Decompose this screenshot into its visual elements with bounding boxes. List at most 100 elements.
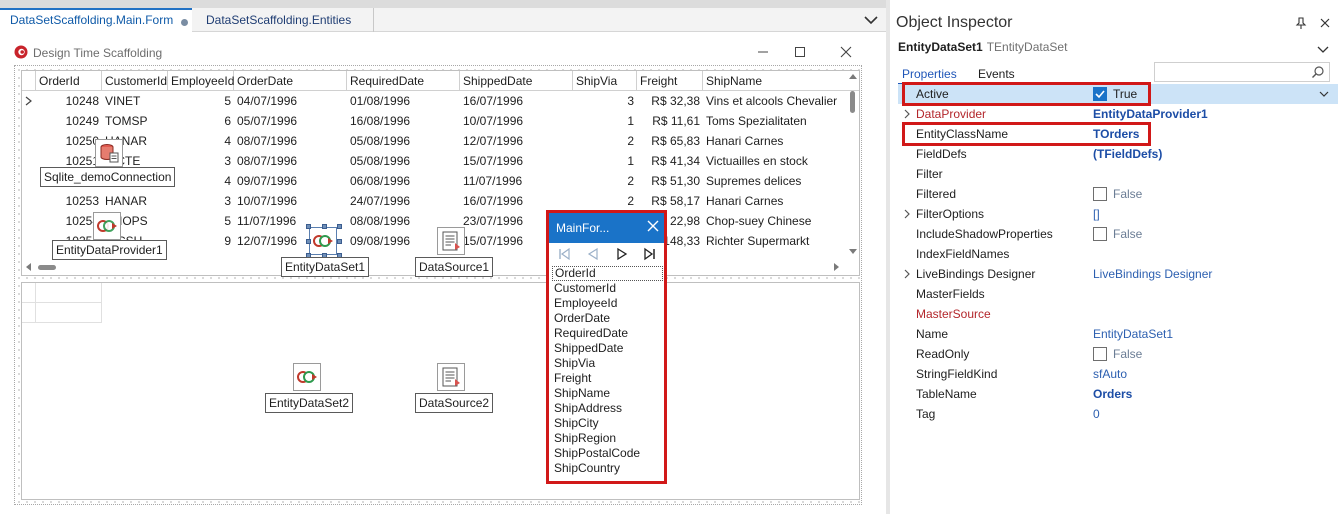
field-item[interactable]: ShipCity (552, 416, 663, 431)
field-item[interactable]: EmployeeId (552, 296, 663, 311)
chevron-down-icon[interactable] (1316, 42, 1330, 56)
property-row[interactable]: MasterFields (898, 284, 1338, 304)
grid-cell[interactable]: 3 (168, 151, 234, 171)
grid-cell[interactable]: 9 (168, 231, 234, 251)
scroll-left-icon[interactable] (25, 263, 31, 271)
property-value[interactable]: EntityDataProvider1 (1093, 107, 1208, 121)
field-item[interactable]: ShipPostalCode (552, 446, 663, 461)
grid-cell[interactable]: Victuailles en stock (703, 151, 846, 171)
property-row[interactable]: Filtered False (898, 184, 1338, 204)
grid-cell[interactable]: 1 (573, 111, 637, 131)
chevron-down-icon[interactable] (1318, 88, 1330, 100)
grid-cell[interactable]: 09/07/1996 (234, 171, 347, 191)
field-item[interactable]: ShipAddress (552, 401, 663, 416)
column-header[interactable]: OrderId (36, 71, 102, 91)
grid-cell[interactable]: 10253 (36, 191, 102, 211)
grid-cell[interactable]: 2 (573, 171, 637, 191)
property-value[interactable]: 0 (1093, 407, 1100, 421)
column-header[interactable]: ShipName (703, 71, 846, 91)
column-header[interactable]: RequiredDate (347, 71, 460, 91)
grid-cell[interactable]: 05/08/1996 (347, 151, 460, 171)
grid-cell[interactable]: R$ 58,17 (637, 191, 703, 211)
close-icon[interactable] (1318, 16, 1332, 30)
table-row[interactable]: 10249 TOMSP 6 05/07/1996 16/08/1996 10/07/199… (22, 111, 844, 131)
entity-dataset1-component[interactable] (309, 227, 337, 255)
field-item[interactable]: ShipRegion (552, 431, 663, 446)
grid-cell[interactable]: 15/07/1996 (460, 151, 573, 171)
first-record-icon[interactable] (557, 247, 571, 261)
field-item[interactable]: ShipName (552, 386, 663, 401)
property-row[interactable]: LiveBindings Designer LiveBindings Design… (898, 264, 1338, 284)
object-selector[interactable]: EntityDataSet1 TEntityDataSet (898, 40, 1338, 60)
field-item[interactable]: ShipVia (552, 356, 663, 371)
column-header[interactable]: EmployeeId (168, 71, 234, 91)
grid-cell[interactable]: 10/07/1996 (234, 191, 347, 211)
table-row[interactable]: 10248 VINET 5 04/07/1996 01/08/1996 16/07/199… (22, 91, 844, 111)
field-item[interactable]: OrderDate (552, 311, 663, 326)
property-value[interactable]: sfAuto (1093, 367, 1127, 381)
grid-cell[interactable]: 5 (168, 211, 234, 231)
grid-cell[interactable]: Hanari Carnes (703, 191, 846, 211)
grid-cell[interactable]: Vins et alcools Chevalier (703, 91, 846, 111)
property-row[interactable]: Tag 0 (898, 404, 1338, 424)
chevron-down-icon[interactable] (862, 11, 880, 29)
property-row[interactable]: IncludeShadowProperties False (898, 224, 1338, 244)
property-row[interactable]: Name EntityDataSet1 (898, 324, 1338, 344)
property-row[interactable]: Filter (898, 164, 1338, 184)
property-row[interactable]: TableName Orders (898, 384, 1338, 404)
grid-cell[interactable]: VINET (102, 91, 168, 111)
grid-cell[interactable]: 16/08/1996 (347, 111, 460, 131)
grid-cell[interactable]: 4 (168, 171, 234, 191)
property-value[interactable]: (TFieldDefs) (1093, 147, 1162, 161)
grid-cell[interactable]: 16/07/1996 (460, 191, 573, 211)
last-record-icon[interactable] (643, 247, 657, 261)
property-row[interactable]: MasterSource (898, 304, 1338, 324)
search-icon[interactable] (1311, 65, 1325, 79)
vertical-scrollbar[interactable] (846, 71, 859, 259)
field-item[interactable]: ShippedDate (552, 341, 663, 356)
property-value[interactable]: LiveBindings Designer (1093, 267, 1212, 281)
grid-cell[interactable]: 10249 (36, 111, 102, 131)
grid-cell[interactable]: 2 (573, 131, 637, 151)
checkbox[interactable] (1093, 187, 1107, 201)
datasource1-label[interactable]: DataSource1 (415, 257, 494, 277)
entity-data-provider-component[interactable] (93, 212, 121, 240)
tab-main-form[interactable]: DataSetScaffolding.Main.Form (0, 8, 192, 32)
grid-cell[interactable]: R$ 11,61 (637, 111, 703, 131)
field-item[interactable]: CustomerId (552, 281, 663, 296)
property-row[interactable]: ReadOnly False (898, 344, 1338, 364)
property-value[interactable]: [] (1093, 207, 1100, 221)
tab-properties[interactable]: Properties (902, 67, 957, 81)
entity-dataset2-label[interactable]: EntityDataSet2 (265, 393, 354, 413)
entity-data-provider-label[interactable]: EntityDataProvider1 (52, 240, 167, 260)
field-item[interactable]: OrderId (552, 266, 663, 281)
grid-cell[interactable]: 4 (168, 131, 234, 151)
grid-cell[interactable]: R$ 65,83 (637, 131, 703, 151)
expand-chevron-icon[interactable] (902, 108, 912, 120)
grid-cell[interactable]: 3 (573, 91, 637, 111)
grid-cell[interactable]: Richter Supermarkt (703, 231, 846, 251)
grid-cell[interactable]: 16/07/1996 (460, 91, 573, 111)
datasource2-label[interactable]: DataSource2 (415, 393, 494, 413)
grid-cell[interactable]: 3 (168, 191, 234, 211)
grid-cell[interactable]: 06/08/1996 (347, 171, 460, 191)
property-value[interactable]: EntityDataSet1 (1093, 327, 1173, 341)
selection-handle[interactable] (337, 239, 342, 244)
grid-cell[interactable]: Supremes delices (703, 171, 846, 191)
scroll-right-icon[interactable] (834, 263, 840, 271)
column-header[interactable]: Freight (637, 71, 703, 91)
close-icon[interactable] (646, 219, 660, 233)
grid-cell[interactable]: 6 (168, 111, 234, 131)
property-value[interactable]: Orders (1093, 387, 1132, 401)
grid-cell[interactable]: 01/08/1996 (347, 91, 460, 111)
field-item[interactable]: ShipCountry (552, 461, 663, 476)
sqlite-connection-component[interactable] (95, 139, 123, 167)
grid-cell[interactable]: 11/07/1996 (460, 171, 573, 191)
next-record-icon[interactable] (615, 247, 629, 261)
column-header[interactable]: ShipVia (573, 71, 637, 91)
selection-handle[interactable] (337, 224, 342, 229)
table-row[interactable]: 10253 HANAR 3 10/07/1996 24/07/1996 16/07/199… (22, 191, 844, 211)
expand-chevron-icon[interactable] (902, 268, 912, 280)
property-row[interactable]: DataProvider EntityDataProvider1 (898, 104, 1338, 124)
grid-cell[interactable]: Toms Spezialitaten (703, 111, 846, 131)
